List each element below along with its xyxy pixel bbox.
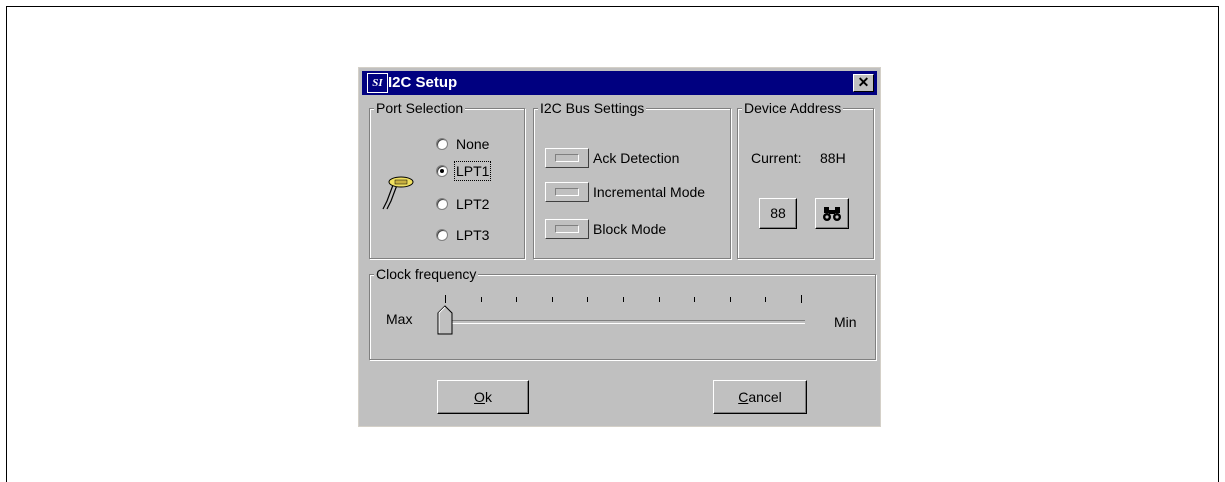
ok-button[interactable]: Ok xyxy=(437,380,529,414)
cancel-label-rest: ancel xyxy=(748,389,782,405)
device-address-group: Device Address xyxy=(737,100,874,259)
cancel-mnemonic: C xyxy=(738,389,749,405)
radio-lpt3[interactable] xyxy=(436,229,448,241)
slider-tick xyxy=(658,297,660,302)
address-button[interactable]: 88 xyxy=(759,198,797,229)
slider-tick xyxy=(587,297,589,302)
radio-none[interactable] xyxy=(436,138,448,150)
block-mode-switch[interactable] xyxy=(545,219,589,239)
max-label: Max xyxy=(386,311,413,327)
parallel-cable-icon xyxy=(382,176,414,210)
incremental-mode-switch[interactable] xyxy=(545,182,589,202)
slider-tick xyxy=(729,297,731,302)
app-icon: SI xyxy=(367,73,388,93)
toggle-label: Incremental Mode xyxy=(593,184,706,200)
port-option-lpt3[interactable]: LPT3 xyxy=(436,227,489,243)
radio-lpt2[interactable] xyxy=(436,198,448,210)
slider-tick xyxy=(445,295,446,303)
slider-tick xyxy=(516,297,518,302)
ack-detection-toggle[interactable]: Ack Detection xyxy=(545,148,679,168)
bus-settings-title: I2C Bus Settings xyxy=(538,100,647,116)
slider-tick xyxy=(623,297,624,302)
search-address-button[interactable] xyxy=(815,198,849,229)
cancel-button[interactable]: Cancel xyxy=(713,380,807,414)
slider-tick xyxy=(480,297,482,302)
toggle-label: Ack Detection xyxy=(593,150,680,166)
port-option-none[interactable]: None xyxy=(436,136,489,152)
port-option-label: LPT2 xyxy=(456,196,490,212)
i2c-setup-dialog: SI I2C Setup ✕ Port Selection None LPT1 … xyxy=(358,67,881,427)
ok-mnemonic: O xyxy=(474,389,485,405)
ok-label-rest: k xyxy=(484,389,492,405)
port-option-label: None xyxy=(456,136,490,152)
clock-frequency-title: Clock frequency xyxy=(374,266,479,282)
toggle-label: Block Mode xyxy=(593,221,667,237)
current-address-label: Current: xyxy=(751,150,802,166)
title-bar[interactable]: SI I2C Setup ✕ xyxy=(362,71,877,95)
binoculars-icon xyxy=(823,207,841,221)
port-option-lpt1[interactable]: LPT1 xyxy=(436,161,492,181)
slider-tick xyxy=(801,295,802,303)
port-option-lpt2[interactable]: LPT2 xyxy=(436,196,489,212)
port-selection-title: Port Selection xyxy=(374,100,466,116)
slider-tick xyxy=(551,297,553,302)
incremental-mode-toggle[interactable]: Incremental Mode xyxy=(545,182,705,202)
slider-tick xyxy=(694,297,696,302)
device-address-title: Device Address xyxy=(742,100,844,116)
dialog-title: I2C Setup xyxy=(388,74,458,91)
port-option-label: LPT3 xyxy=(456,227,490,243)
min-label: Min xyxy=(834,314,857,330)
block-mode-toggle[interactable]: Block Mode xyxy=(545,219,666,239)
ack-detection-switch[interactable] xyxy=(545,148,589,168)
port-option-label: LPT1 xyxy=(453,161,492,181)
frequency-slider-track[interactable] xyxy=(445,320,805,324)
close-button[interactable]: ✕ xyxy=(853,74,874,92)
current-address-value: 88H xyxy=(820,150,846,166)
frequency-slider-thumb[interactable] xyxy=(437,305,453,335)
radio-lpt1[interactable] xyxy=(436,165,448,177)
slider-tick xyxy=(765,297,767,302)
